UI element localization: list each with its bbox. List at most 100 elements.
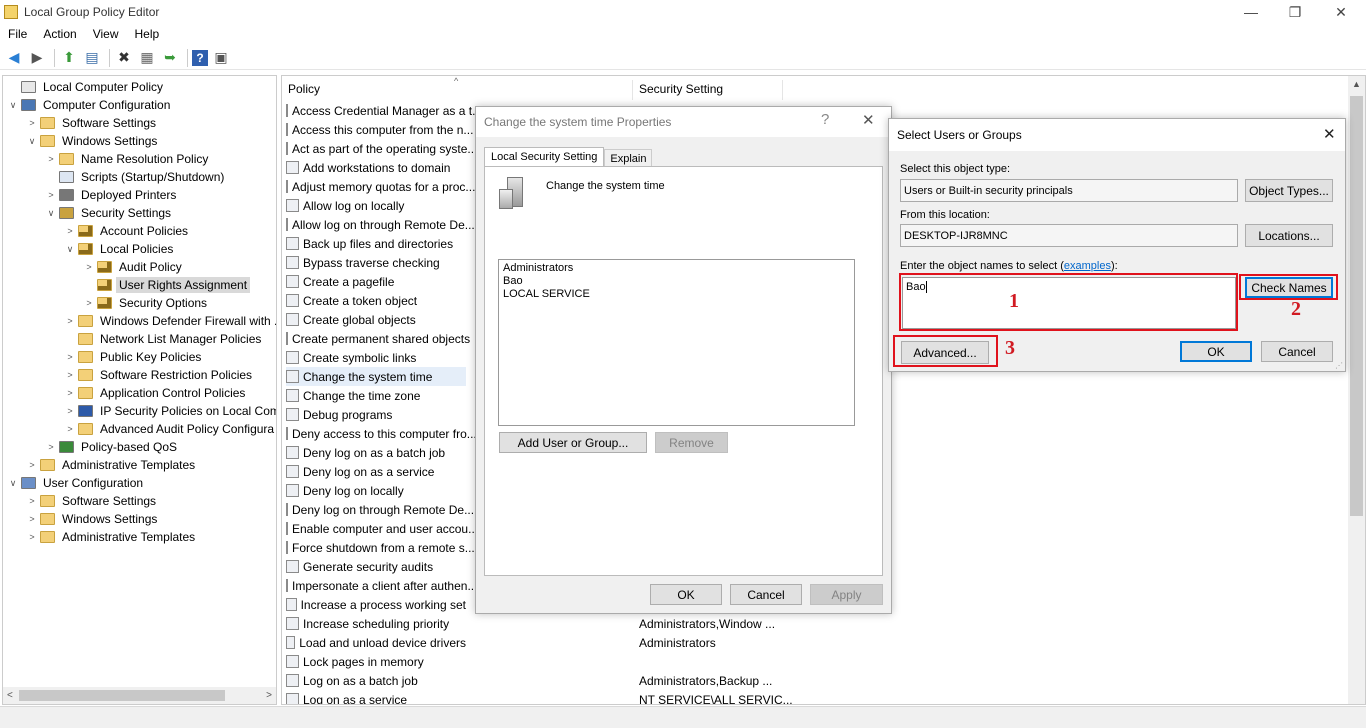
tree-item[interactable]: > Windows Defender Firewall with ... <box>64 312 276 330</box>
back-arrow-icon[interactable]: ◀ <box>4 48 24 68</box>
scroll-up-icon[interactable]: ▲ <box>1348 76 1365 93</box>
policy-row[interactable]: Enable computer and user accou... <box>286 519 478 538</box>
tree-item[interactable]: > Administrative Templates <box>26 456 198 474</box>
collapse-chevron-icon[interactable]: ∨ <box>64 244 76 255</box>
scrollbar-thumb[interactable] <box>19 690 225 701</box>
policy-row[interactable]: Add workstations to domain <box>286 158 466 177</box>
policy-row[interactable]: Deny log on as a service <box>286 462 466 481</box>
policy-row[interactable]: Act as part of the operating syste... <box>286 139 477 158</box>
column-header-security-setting[interactable]: Security Setting <box>639 82 723 96</box>
expand-chevron-icon[interactable]: > <box>26 460 38 470</box>
restore-button[interactable]: ❐ <box>1272 0 1318 24</box>
expand-chevron-icon[interactable]: > <box>45 190 57 200</box>
policy-row[interactable]: Increase a process working set <box>286 595 466 614</box>
tree-item[interactable]: > Account Policies <box>64 222 191 240</box>
policy-row[interactable]: Back up files and directories <box>286 234 466 253</box>
console-tree[interactable]: Local Computer Policy ∨ Computer Configura… <box>2 75 277 705</box>
menu-help[interactable]: Help <box>127 27 168 41</box>
collapse-chevron-icon[interactable]: ∨ <box>7 100 19 111</box>
expand-chevron-icon[interactable]: > <box>45 154 57 164</box>
policy-row[interactable]: Deny log on through Remote De... <box>286 500 474 519</box>
member-item[interactable]: LOCAL SERVICE <box>503 288 850 301</box>
expand-chevron-icon[interactable]: > <box>26 532 38 542</box>
policy-row[interactable]: Create global objects <box>286 310 466 329</box>
policy-row[interactable]: Generate security audits <box>286 557 466 576</box>
show-hide-tree-icon[interactable]: ▤ <box>82 48 102 68</box>
tree-item[interactable]: > IP Security Policies on Local Com <box>64 402 276 420</box>
menu-file[interactable]: File <box>0 27 35 41</box>
tree-item[interactable]: > Software Restriction Policies <box>64 366 255 384</box>
scrollbar-thumb[interactable] <box>1350 96 1363 516</box>
policy-row[interactable]: Allow log on locally <box>286 196 466 215</box>
policy-row[interactable]: Adjust memory quotas for a proc... <box>286 177 475 196</box>
locations-button[interactable]: Locations... <box>1245 224 1333 247</box>
forward-arrow-icon[interactable]: ▶ <box>27 48 47 68</box>
tree-item[interactable]: Local Computer Policy <box>7 78 166 96</box>
policy-row[interactable]: Lock pages in memory <box>286 652 466 671</box>
policy-row-selected[interactable]: Change the system time <box>286 367 466 386</box>
policy-row[interactable]: Impersonate a client after authen... <box>286 576 477 595</box>
tree-item[interactable]: > Audit Policy <box>83 258 185 276</box>
object-types-button[interactable]: Object Types... <box>1245 179 1333 202</box>
expand-chevron-icon[interactable]: > <box>26 496 38 506</box>
policy-row[interactable]: Bypass traverse checking <box>286 253 466 272</box>
policy-row[interactable]: Change the time zone <box>286 386 466 405</box>
scroll-right-icon[interactable]: > <box>266 690 272 701</box>
menu-view[interactable]: View <box>85 27 127 41</box>
help-button[interactable]: ? <box>821 111 829 128</box>
vertical-scrollbar[interactable]: ▲ <box>1348 76 1365 704</box>
properties-ok-button[interactable]: OK <box>650 584 722 605</box>
tree-item[interactable]: > Public Key Policies <box>64 348 204 366</box>
expand-chevron-icon[interactable]: > <box>64 352 76 362</box>
column-divider[interactable] <box>782 80 783 100</box>
expand-chevron-icon[interactable]: > <box>45 442 57 452</box>
resize-grip-icon[interactable]: ⋰ <box>1335 361 1343 370</box>
properties-icon[interactable]: ▦ <box>137 48 157 68</box>
scroll-left-icon[interactable]: < <box>7 690 13 701</box>
collapse-chevron-icon[interactable]: ∨ <box>45 208 57 219</box>
policy-row[interactable]: Deny log on as a batch job <box>286 443 466 462</box>
tree-item[interactable]: Scripts (Startup/Shutdown) <box>45 168 227 186</box>
tree-item[interactable]: > Advanced Audit Policy Configura <box>64 420 276 438</box>
tab-explain[interactable]: Explain <box>604 149 653 167</box>
expand-chevron-icon[interactable]: > <box>83 262 95 272</box>
expand-chevron-icon[interactable]: > <box>83 298 95 308</box>
menu-action[interactable]: Action <box>35 27 84 41</box>
expand-chevron-icon[interactable]: > <box>26 118 38 128</box>
tree-item[interactable]: > Windows Settings <box>26 510 160 528</box>
properties-close-button[interactable]: ✕ <box>862 111 875 129</box>
policy-row[interactable]: Debug programs <box>286 405 466 424</box>
collapse-chevron-icon[interactable]: ∨ <box>26 136 38 147</box>
member-item[interactable]: Bao <box>503 275 850 288</box>
tree-item[interactable]: ∨ Computer Configuration <box>7 96 173 114</box>
tree-item[interactable]: > Software Settings <box>26 114 159 132</box>
tree-item[interactable]: > Security Options <box>83 294 210 312</box>
expand-chevron-icon[interactable]: > <box>64 370 76 380</box>
policy-row[interactable]: Log on as a service NT SERVICE\ALL SERVIC… <box>286 690 793 704</box>
policy-row[interactable]: Load and unload device drivers Administra… <box>286 633 716 652</box>
members-list[interactable]: Administrators Bao LOCAL SERVICE <box>498 259 855 426</box>
tree-item[interactable]: > Policy-based QoS <box>45 438 180 456</box>
policy-row[interactable]: Access this computer from the n... <box>286 120 473 139</box>
tree-item[interactable]: > Deployed Printers <box>45 186 179 204</box>
tree-item[interactable]: ∨ Windows Settings <box>26 132 160 150</box>
policy-row[interactable]: Log on as a batch job Administrators,Back… <box>286 671 772 690</box>
policy-row[interactable]: Deny log on locally <box>286 481 466 500</box>
expand-chevron-icon[interactable]: > <box>64 424 76 434</box>
delete-icon[interactable]: ✖ <box>114 48 134 68</box>
policy-row[interactable]: Access Credential Manager as a t... <box>286 101 482 120</box>
policy-row[interactable]: Create a token object <box>286 291 466 310</box>
close-button[interactable]: ✕ <box>1318 0 1364 24</box>
expand-chevron-icon[interactable]: > <box>26 514 38 524</box>
minimize-button[interactable]: — <box>1228 0 1274 24</box>
policy-row[interactable]: Create a pagefile <box>286 272 466 291</box>
export-list-icon[interactable]: ➥ <box>160 48 180 68</box>
policy-row[interactable]: Force shutdown from a remote s... <box>286 538 475 557</box>
tree-item-selected[interactable]: User Rights Assignment <box>83 276 251 294</box>
expand-chevron-icon[interactable]: > <box>64 316 76 326</box>
tree-item[interactable]: ∨ User Configuration <box>7 474 146 492</box>
examples-link[interactable]: examples <box>1064 260 1111 272</box>
horizontal-scrollbar[interactable]: < > <box>3 687 276 704</box>
policy-row[interactable]: Deny access to this computer fro... <box>286 424 477 443</box>
member-item[interactable]: Administrators <box>503 262 850 275</box>
